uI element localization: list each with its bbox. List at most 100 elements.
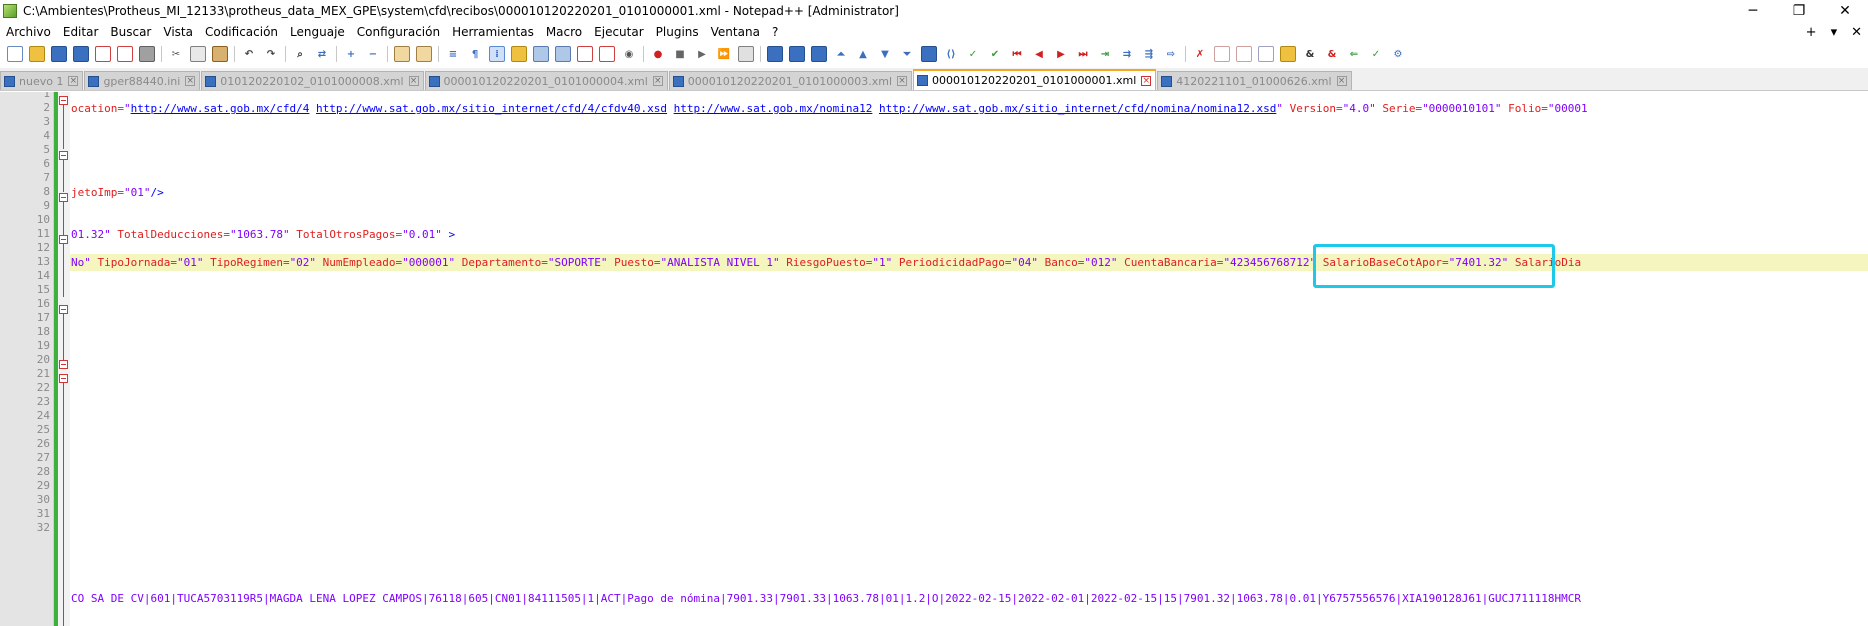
tab-list-dropdown[interactable]: ▾ <box>1831 25 1838 40</box>
undo-icon[interactable]: ↶ <box>241 46 257 62</box>
compare-icon[interactable] <box>789 46 805 62</box>
plugin-tool-icon[interactable]: ✗ <box>1192 46 1208 62</box>
close-all-icon[interactable] <box>117 46 133 62</box>
fold-toggle-icon[interactable] <box>59 151 68 160</box>
fold-toggle-icon[interactable] <box>59 193 68 202</box>
plugin-doc-icon[interactable] <box>1214 46 1230 62</box>
paste-icon[interactable] <box>212 46 228 62</box>
previous-bookmark-icon[interactable]: ◀ <box>1031 46 1047 62</box>
plugin-doc2-icon[interactable] <box>1236 46 1252 62</box>
zoom-out-icon[interactable]: − <box>365 46 381 62</box>
redo-icon[interactable]: ↷ <box>263 46 279 62</box>
close-file-icon[interactable] <box>95 46 111 62</box>
menu-buscar[interactable]: Buscar <box>104 25 157 39</box>
pretty-print-icon[interactable]: ⟨⟩ <box>943 46 959 62</box>
plugin-spell-icon[interactable]: ✓ <box>1368 46 1384 62</box>
play-macro-icon[interactable]: ▶ <box>694 46 710 62</box>
tab-000010120220201-01[interactable]: 000010120220201_0101000001.xml × <box>913 69 1157 90</box>
menu-configuracion[interactable]: Configuración <box>351 25 446 39</box>
menu-herramientas[interactable]: Herramientas <box>446 25 540 39</box>
url-link[interactable]: http://www.sat.gob.mx/sitio_internet/cfd… <box>879 102 1276 115</box>
first-bookmark-icon[interactable]: ⏮ <box>1009 46 1025 62</box>
tab-close-icon[interactable]: × <box>1336 76 1347 86</box>
tab-close-icon[interactable]: × <box>652 76 663 86</box>
tab-000010120220201-03[interactable]: 000010120220201_0101000003.xml × <box>668 71 913 90</box>
tab-000010120220201-04[interactable]: 000010120220201_0101000004.xml × <box>424 71 668 90</box>
plugin-step-over-icon[interactable]: ⇶ <box>1141 46 1157 62</box>
tab-nuevo-1[interactable]: nuevo 1 × <box>0 71 84 90</box>
save-icon[interactable] <box>51 46 67 62</box>
fold-toggle-icon[interactable] <box>59 235 68 244</box>
compare-settings-icon[interactable] <box>921 46 937 62</box>
tab-close-icon[interactable]: × <box>68 76 79 86</box>
ampersand-icon[interactable]: & <box>1302 46 1318 62</box>
tab-4120221101[interactable]: 4120221101_01000626.xml × <box>1157 71 1352 90</box>
show-all-chars-icon[interactable]: ¶ <box>467 46 483 62</box>
sync-horizontal-icon[interactable] <box>416 46 432 62</box>
next-bookmark-icon[interactable]: ▶ <box>1053 46 1069 62</box>
menu-codificacion[interactable]: Codificación <box>199 25 284 39</box>
fold-toggle-icon[interactable] <box>59 96 68 105</box>
menu-help[interactable]: ? <box>766 25 784 39</box>
close-document-button[interactable]: ✕ <box>1851 25 1862 40</box>
url-link[interactable]: http://www.sat.gob.mx/sitio_internet/cfd… <box>316 102 667 115</box>
word-wrap-icon[interactable]: ≡ <box>445 46 461 62</box>
clear-compare-icon[interactable] <box>811 46 827 62</box>
fold-toggle-icon[interactable] <box>59 360 68 369</box>
function-list-icon[interactable] <box>577 46 593 62</box>
zoom-in-icon[interactable]: + <box>343 46 359 62</box>
code-line-30[interactable]: CO SA DE CV|601|TUCA5703119R5|MAGDA LENA… <box>70 590 1868 607</box>
monitoring-icon[interactable]: ◉ <box>621 46 637 62</box>
url-link[interactable]: http://www.sat.gob.mx/cfd/4 <box>131 102 310 115</box>
url-link[interactable]: http://www.sat.gob.mx/nomina12 <box>674 102 873 115</box>
record-macro-icon[interactable]: ● <box>650 46 666 62</box>
run-macro-multiple-icon[interactable]: ⏩ <box>716 46 732 62</box>
previous-difference-icon[interactable]: ▲ <box>855 46 871 62</box>
tab-gper88440[interactable]: gper88440.ini × <box>84 71 201 90</box>
editor-area[interactable]: 1 2 3 4 5 6 7 8 9 10 11 12 13 14 15 16 17 18 19 20 21 22 23 24 2… <box>0 92 1868 626</box>
document-map-icon[interactable] <box>533 46 549 62</box>
menu-vista[interactable]: Vista <box>157 25 199 39</box>
tab-010120220102[interactable]: 010120220102_0101000008.xml × <box>201 71 424 90</box>
plugin-search-icon[interactable] <box>1258 46 1274 62</box>
save-all-icon[interactable] <box>73 46 89 62</box>
print-icon[interactable] <box>139 46 155 62</box>
code-line-12[interactable]: No" TipoJornada="01" TipoRegimen="02" Nu… <box>70 254 1868 271</box>
plugin-arrow-icon[interactable]: ⇐ <box>1346 46 1362 62</box>
code-line-2[interactable]: ocation="http://www.sat.gob.mx/cfd/4 htt… <box>70 100 1868 117</box>
folder-as-workspace-icon[interactable] <box>599 46 615 62</box>
document-list-icon[interactable] <box>555 46 571 62</box>
next-difference-icon[interactable]: ▼ <box>877 46 893 62</box>
fold-margin[interactable] <box>58 92 70 626</box>
plugin-step-icon[interactable]: ⇉ <box>1119 46 1135 62</box>
check-xml-icon[interactable]: ✓ <box>965 46 981 62</box>
fold-toggle-icon[interactable] <box>59 305 68 314</box>
plugin-note-icon[interactable] <box>1280 46 1296 62</box>
close-button[interactable]: ✕ <box>1822 0 1868 22</box>
menu-plugins[interactable]: Plugins <box>650 25 705 39</box>
save-macro-icon[interactable] <box>738 46 754 62</box>
menu-ventana[interactable]: Ventana <box>705 25 766 39</box>
tab-close-icon[interactable]: × <box>408 76 419 86</box>
menu-editar[interactable]: Editar <box>57 25 105 39</box>
new-file-icon[interactable] <box>7 46 23 62</box>
menu-lenguaje[interactable]: Lenguaje <box>284 25 351 39</box>
code-line-7[interactable]: jetoImp="01"/> <box>70 184 1868 201</box>
tab-close-icon[interactable]: × <box>897 76 908 86</box>
copy-icon[interactable] <box>190 46 206 62</box>
find-icon[interactable]: ⌕ <box>292 46 308 62</box>
plugin-settings-icon[interactable]: ⚙ <box>1390 46 1406 62</box>
user-defined-language-icon[interactable] <box>511 46 527 62</box>
last-bookmark-icon[interactable]: ⏭ <box>1075 46 1091 62</box>
new-tab-button[interactable]: + <box>1806 25 1817 40</box>
tab-close-icon[interactable]: × <box>1141 75 1152 86</box>
menu-ejecutar[interactable]: Ejecutar <box>588 25 650 39</box>
minimize-button[interactable]: ─ <box>1730 0 1776 22</box>
cut-icon[interactable]: ✂ <box>168 46 184 62</box>
code-line-10[interactable]: 01.32" TotalDeducciones="1063.78" TotalO… <box>70 226 1868 243</box>
tab-close-icon[interactable]: × <box>185 76 196 86</box>
indent-guide-icon[interactable]: ⁞ <box>489 46 505 62</box>
sync-vertical-icon[interactable] <box>394 46 410 62</box>
open-file-icon[interactable] <box>29 46 45 62</box>
last-difference-icon[interactable]: ⏷ <box>899 46 915 62</box>
